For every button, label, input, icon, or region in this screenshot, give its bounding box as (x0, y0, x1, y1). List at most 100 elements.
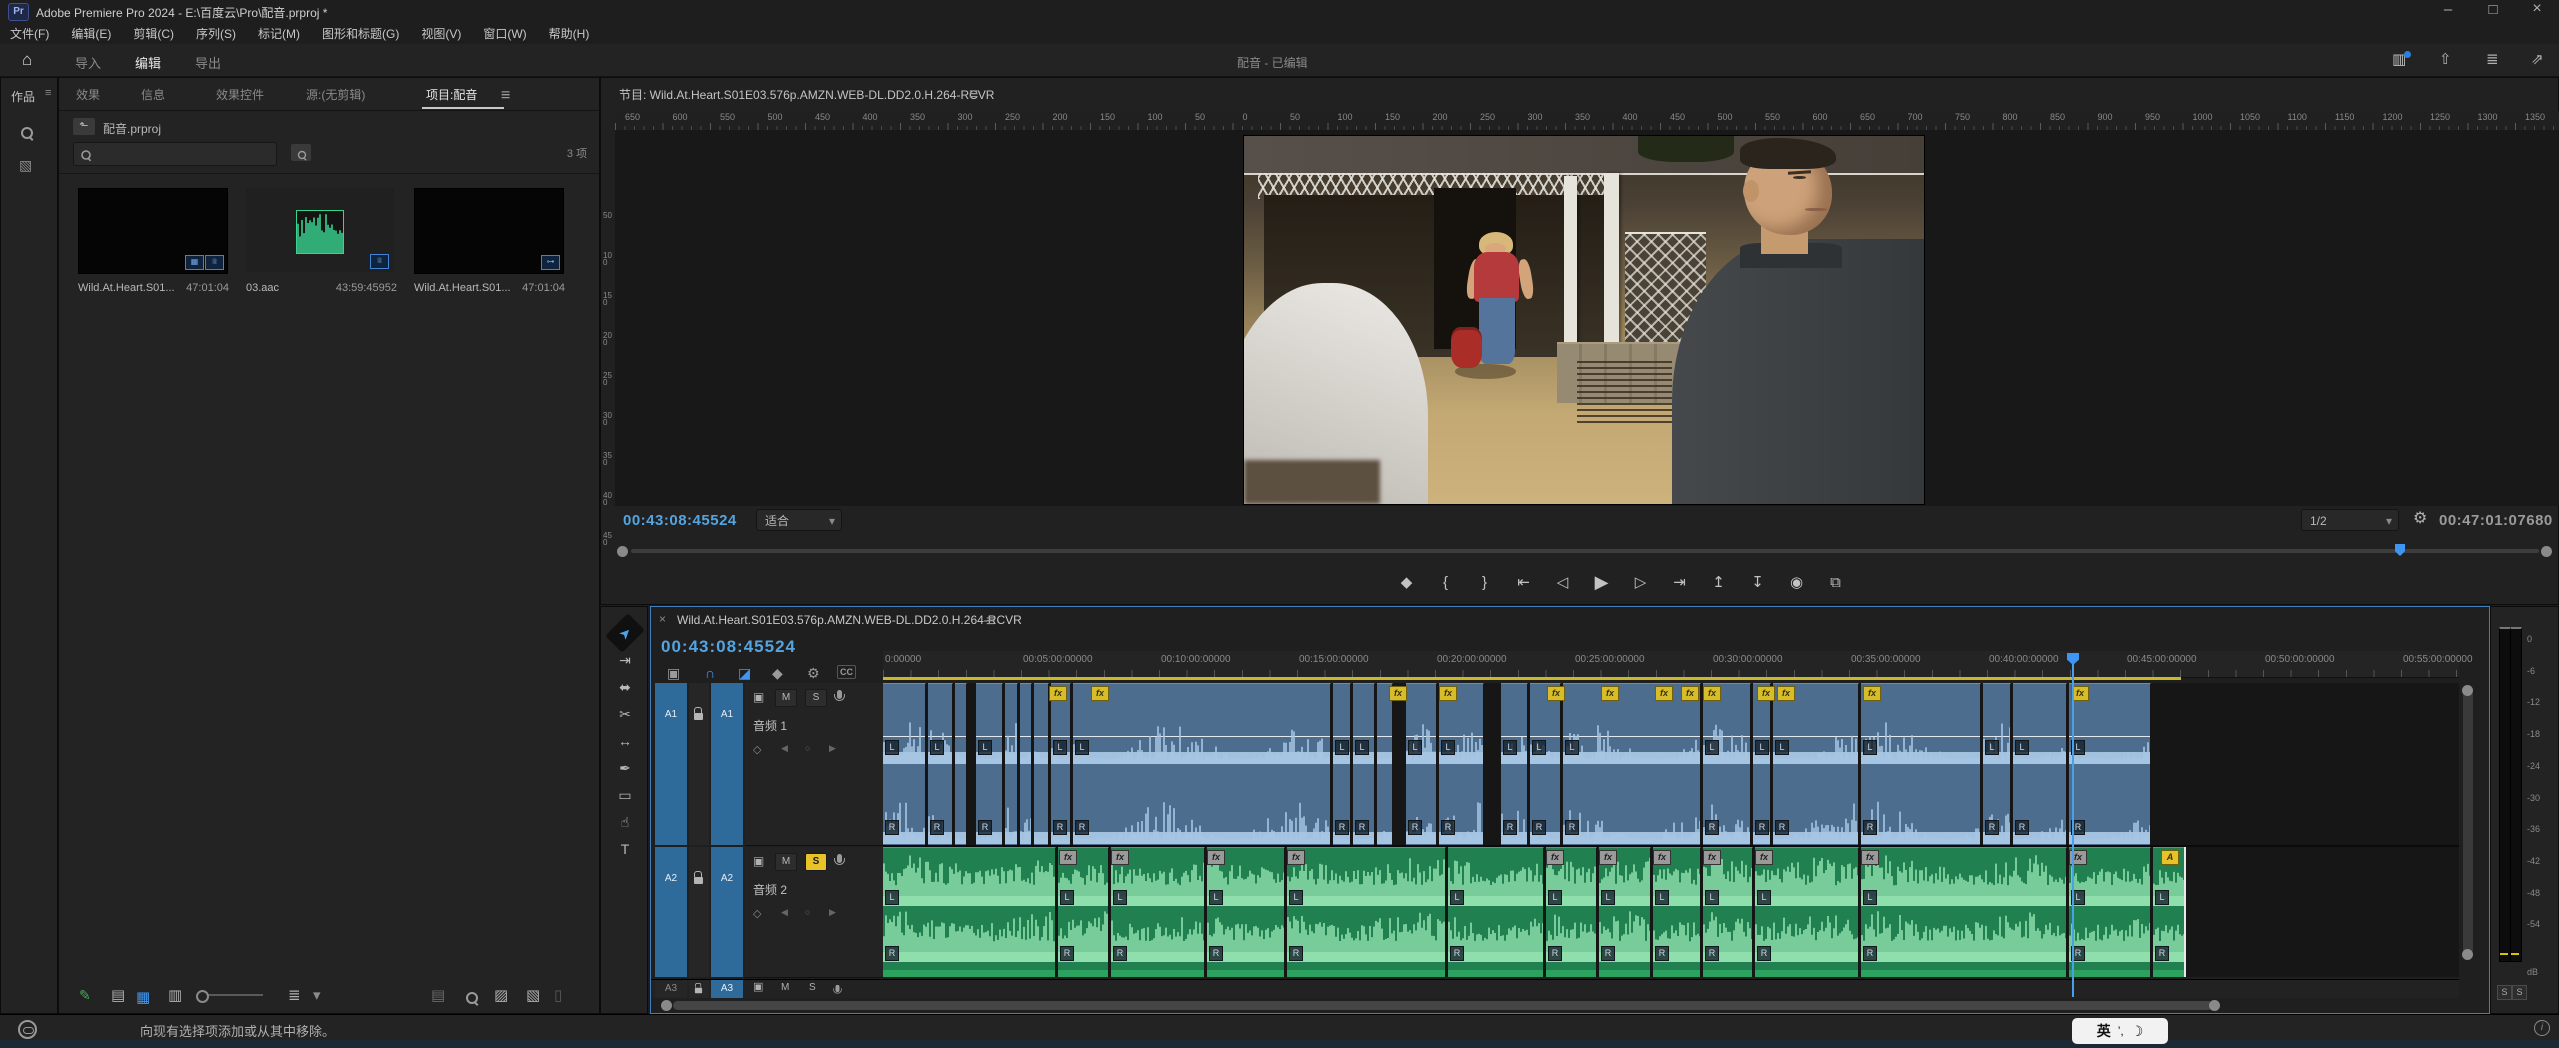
home-icon[interactable]: ⌂ (22, 50, 32, 70)
add-marker-button[interactable]: ◆ (1394, 573, 1420, 591)
seek-playhead[interactable] (2395, 544, 2405, 556)
fx-badge[interactable]: fx (1863, 686, 1881, 701)
monitor-vertical-ruler[interactable]: 50100150200250300350400450 (601, 130, 616, 506)
audio-clip[interactable]: LR (2069, 683, 2151, 845)
search-input[interactable] (98, 144, 272, 164)
playhead-line[interactable] (2072, 653, 2074, 997)
audio-clip[interactable] (1005, 683, 1018, 845)
fx-badge[interactable]: fx (1546, 850, 1564, 865)
fx-badge[interactable]: fx (1287, 850, 1305, 865)
new-bin-icon[interactable]: ▨ (494, 988, 508, 1003)
menu-item-g[interactable]: 图形和标题(G) (322, 25, 399, 42)
audio-clip[interactable]: LR (1703, 683, 1751, 845)
keyframe-dot-icon[interactable]: ○ (805, 907, 810, 917)
track-lock-a1[interactable] (689, 683, 709, 845)
fx-badge[interactable]: fx (1091, 686, 1109, 701)
voiceover-record-icon[interactable] (836, 985, 840, 992)
fx-badge[interactable]: fx (1755, 850, 1773, 865)
list-view-icon[interactable]: ▤ (111, 988, 125, 1003)
play-button[interactable]: ▶ (1589, 572, 1615, 593)
audio-clip[interactable]: LR (1861, 847, 2067, 977)
close-tab-icon[interactable]: × (659, 612, 666, 626)
export-frame-button[interactable]: ◉ (1784, 573, 1810, 591)
source-patch-a1[interactable]: A1 (655, 683, 687, 845)
mark-out-button[interactable]: } (1472, 574, 1498, 591)
audio-clip[interactable] (1377, 683, 1393, 845)
icon-view-icon[interactable]: ▦ (136, 988, 150, 1006)
minimize-button[interactable]: – (2433, 2, 2463, 17)
audio-clip[interactable]: LR (1983, 683, 2011, 845)
ripple-edit-tool[interactable]: ⬌ (609, 675, 641, 699)
zoom-level-dropdown[interactable]: 适合▾ (756, 509, 842, 531)
monitor-seek-bar[interactable] (615, 544, 2551, 558)
search-icon[interactable] (21, 127, 33, 139)
fx-badge[interactable]: fx (1439, 686, 1457, 701)
sync-lock-icon[interactable]: ▣ (753, 982, 763, 993)
fx-badge[interactable]: fx (1757, 686, 1775, 701)
fx-badge[interactable]: fx (1655, 686, 1673, 701)
navigate-up-icon[interactable]: ⬑ (73, 118, 95, 135)
sort-chevron-icon[interactable]: ▾ (313, 988, 321, 1003)
audio-clip[interactable]: LR (1703, 847, 1753, 977)
monitor-timecode[interactable]: 00:43:08:45524 (623, 512, 737, 529)
next-keyframe-icon[interactable]: ▶ (829, 907, 836, 918)
rectangle-tool[interactable]: ▭ (609, 783, 641, 807)
program-monitor-title[interactable]: 节目: Wild.At.Heart.S01E03.576p.AMZN.WEB-D… (619, 86, 994, 103)
ime-moon-icon[interactable]: ☽ (2131, 1023, 2144, 1040)
meter-solo-right[interactable]: S (2512, 985, 2527, 1000)
selection-tool[interactable]: ➤ (605, 613, 645, 653)
horizontal-zoom-scrollbar[interactable] (673, 1001, 2213, 1010)
ime-language[interactable]: 英 (2097, 1021, 2111, 1041)
monitor-viewport[interactable] (615, 130, 2559, 506)
audio-clip[interactable]: LR (1773, 683, 1859, 845)
track-select-forward-tool[interactable]: ⇥ (609, 648, 641, 672)
writable-indicator-icon[interactable]: ✎ (79, 987, 91, 1004)
snap-icon[interactable]: ∩ (705, 665, 715, 681)
audio-clip[interactable] (1020, 683, 1032, 845)
fx-badge[interactable]: fx (1207, 850, 1225, 865)
captions-icon[interactable]: CC (837, 665, 856, 679)
mark-in-button[interactable]: { (1433, 574, 1459, 591)
next-keyframe-icon[interactable]: ▶ (829, 743, 836, 754)
type-tool[interactable]: T (609, 837, 641, 861)
project-item[interactable]: ⧙⧚03.aac43:59:45952 (241, 180, 401, 400)
timeline-ruler[interactable]: 0:0000000:05:00:0000000:10:00:0000000:15… (883, 651, 2459, 678)
sync-lock-icon[interactable]: ▣ (753, 691, 764, 703)
workspaces-icon[interactable]: ≣ (2486, 52, 2499, 67)
zoom-handle-left[interactable] (617, 546, 628, 557)
keyframe-dot-icon[interactable]: ○ (805, 743, 810, 753)
fx-badge[interactable]: fx (1111, 850, 1129, 865)
audio-clip[interactable]: LR (1448, 847, 1544, 977)
pen-tool[interactable]: ✒ (609, 756, 641, 780)
solo-button-a2[interactable]: S (805, 853, 827, 871)
project-item[interactable]: ▦⧙⧚Wild.At.Heart.S01...47:01:04 (73, 180, 233, 400)
zoom-slider-handle[interactable] (196, 990, 209, 1003)
tab-效果[interactable]: 效果 (76, 86, 100, 103)
extract-button[interactable]: ↧ (1745, 573, 1771, 591)
menu-item-f[interactable]: 文件(F) (10, 25, 49, 42)
audio-clip[interactable] (1034, 683, 1049, 845)
audio-clip[interactable]: LR (1530, 683, 1561, 845)
track-name-a1[interactable]: 音频 1 (753, 717, 787, 734)
audio-clip[interactable] (955, 683, 967, 845)
restore-button[interactable]: □ (2478, 2, 2508, 17)
step-forward-button[interactable]: ▷ (1628, 573, 1654, 591)
audio-clip[interactable]: LR (928, 683, 953, 845)
audio-clip[interactable]: LR (976, 683, 1003, 845)
monitor-settings-icon[interactable]: ⚙ (2413, 511, 2427, 527)
track-target-a1[interactable]: A1 (711, 683, 743, 845)
panel-menu-icon[interactable]: ≡ (501, 87, 510, 105)
hand-tool[interactable]: ☝ (609, 810, 641, 834)
fx-badge[interactable]: fx (1059, 850, 1077, 865)
ime-punctuation[interactable]: ’, (2118, 1024, 2124, 1038)
sync-lock-icon[interactable]: ▣ (753, 855, 764, 867)
go-to-out-button[interactable]: ⇥ (1667, 573, 1693, 591)
audio-clip[interactable]: LR (1653, 847, 1701, 977)
info-icon[interactable]: i (2534, 1020, 2550, 1036)
zoom-handle-right[interactable] (2209, 1000, 2220, 1011)
tab-源:(无剪辑)[interactable]: 源:(无剪辑) (306, 86, 365, 103)
freeform-view-icon[interactable]: ▥ (168, 988, 182, 1003)
menu-item-s[interactable]: 序列(S) (196, 25, 236, 42)
mute-button-a3[interactable]: M (781, 982, 789, 993)
audio-clip[interactable]: LR (1207, 847, 1285, 977)
